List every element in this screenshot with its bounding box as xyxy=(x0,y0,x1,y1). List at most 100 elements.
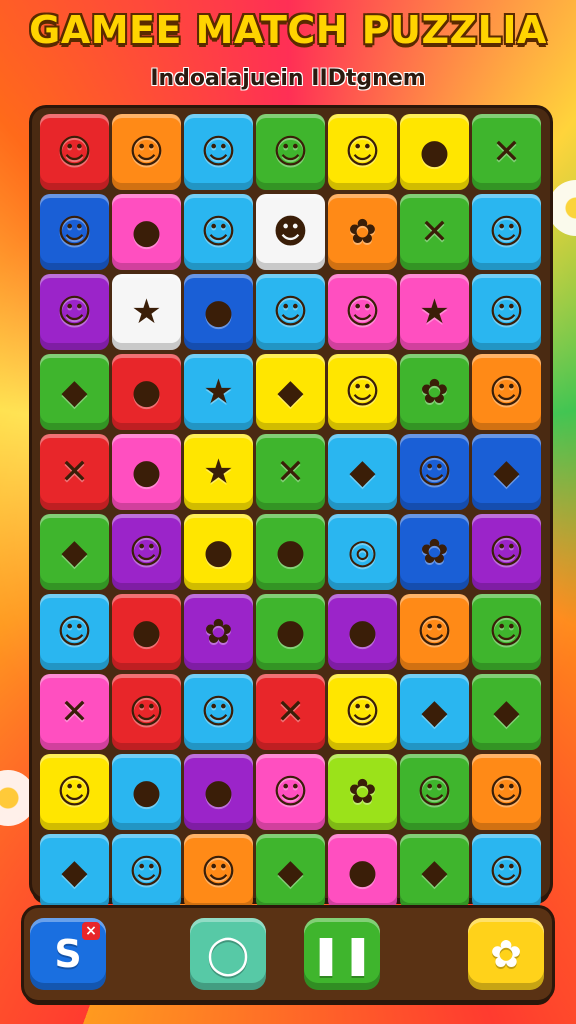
orange-cat-icon: ☺ xyxy=(272,132,309,172)
tile[interactable]: ◆ xyxy=(400,674,469,750)
white-kite-icon: ◆ xyxy=(277,852,304,892)
tile[interactable]: ☺ xyxy=(400,434,469,510)
white-ghost-icon: ● xyxy=(131,612,162,652)
blue-bear-icon: ☺ xyxy=(344,292,381,332)
tile[interactable]: ◆ xyxy=(256,354,325,430)
yellow-star-icon: ★ xyxy=(203,372,234,412)
tile[interactable]: ✿ xyxy=(328,194,397,270)
tile[interactable]: ● xyxy=(184,514,253,590)
green-apple-icon: ☺ xyxy=(128,692,165,732)
tile[interactable]: ☺ xyxy=(184,114,253,190)
tile[interactable]: ◆ xyxy=(40,354,109,430)
tile[interactable]: ☺ xyxy=(472,194,541,270)
tile[interactable]: ☺ xyxy=(472,514,541,590)
hint-button[interactable]: ◯ xyxy=(190,918,266,990)
tile[interactable]: ☺ xyxy=(112,674,181,750)
tile[interactable]: ✿ xyxy=(184,594,253,670)
tile[interactable]: ☺ xyxy=(400,594,469,670)
tile[interactable]: ☺ xyxy=(328,674,397,750)
tile[interactable]: ☺ xyxy=(112,114,181,190)
tile[interactable]: ☺ xyxy=(472,594,541,670)
tile[interactable]: ● xyxy=(328,834,397,910)
tile[interactable]: ✕ xyxy=(400,194,469,270)
tile[interactable]: ☺ xyxy=(184,194,253,270)
tile[interactable]: ✿ xyxy=(400,354,469,430)
cherry-stick-icon: ✕ xyxy=(492,132,521,172)
tile[interactable]: ☺ xyxy=(40,274,109,350)
tile[interactable]: ✕ xyxy=(256,434,325,510)
blue-candy-icon: ✕ xyxy=(60,692,89,732)
orange-cat-icon: ☺ xyxy=(272,292,309,332)
tile[interactable]: ● xyxy=(112,754,181,830)
tile[interactable]: ★ xyxy=(184,354,253,430)
orange-bear-icon: ☺ xyxy=(200,852,237,892)
crossed-sticks-icon: ✕ xyxy=(420,212,449,252)
tile[interactable]: ● xyxy=(184,754,253,830)
tile[interactable]: ☺ xyxy=(40,594,109,670)
tile[interactable]: ✿ xyxy=(328,754,397,830)
tile[interactable]: ☺ xyxy=(256,754,325,830)
tile[interactable]: ✕ xyxy=(40,674,109,750)
puzzle-board: ☺ ☺ ☺ ☺ ☺ ● ✕ ☺ ● ☺ ☻ ✿ ✕ ☺ ☺ ★ ● ☺ ☺ ★ ☺ ◆ ● ★ ◆ ☺ ✿ ☺ ✕ ● ★ ✕ ◆ ☺ ◆ ◆ ☺ ● ● ◎… xyxy=(32,108,550,910)
tile[interactable]: ◆ xyxy=(256,834,325,910)
tile[interactable]: ☺ xyxy=(256,274,325,350)
tile[interactable]: ☺ xyxy=(472,834,541,910)
tile[interactable]: ● xyxy=(112,194,181,270)
tile[interactable]: ● xyxy=(112,354,181,430)
pause-button[interactable]: ❚❚ xyxy=(304,918,380,990)
green-apple-icon: ● xyxy=(347,612,378,652)
purple-bug-icon: ● xyxy=(203,532,234,572)
tile[interactable]: ◆ xyxy=(472,434,541,510)
tile[interactable]: ● xyxy=(328,594,397,670)
tile[interactable]: ● xyxy=(400,114,469,190)
tile[interactable]: ☺ xyxy=(112,834,181,910)
tile[interactable]: ✕ xyxy=(472,114,541,190)
tile[interactable]: ☺ xyxy=(40,754,109,830)
tile[interactable]: ★ xyxy=(184,434,253,510)
blue-bear-icon: ☺ xyxy=(56,772,93,812)
tile[interactable]: ★ xyxy=(400,274,469,350)
tile[interactable]: ☺ xyxy=(40,114,109,190)
tile[interactable]: ● xyxy=(256,594,325,670)
game-title: GAMEE MATCH PUZZLIA xyxy=(29,8,547,52)
tile[interactable]: ◆ xyxy=(472,674,541,750)
tile[interactable]: ◆ xyxy=(400,834,469,910)
tile[interactable]: ☺ xyxy=(184,674,253,750)
tile[interactable]: ◆ xyxy=(40,834,109,910)
brown-bear-icon: ☺ xyxy=(272,772,309,812)
tile[interactable]: ✿ xyxy=(400,514,469,590)
tile[interactable]: ◎ xyxy=(328,514,397,590)
tile[interactable]: ☺ xyxy=(328,274,397,350)
tile[interactable]: ☺ xyxy=(256,114,325,190)
tile[interactable]: ★ xyxy=(112,274,181,350)
tile[interactable]: ☺ xyxy=(184,834,253,910)
green-leaf-icon: ◆ xyxy=(349,452,376,492)
shuffle-button[interactable]: S × xyxy=(30,918,106,990)
tile[interactable]: ☺ xyxy=(40,194,109,270)
tile[interactable]: ● xyxy=(256,514,325,590)
tile[interactable]: ● xyxy=(184,274,253,350)
purple-berry-icon: ● xyxy=(131,372,162,412)
tile[interactable]: ☺ xyxy=(472,754,541,830)
tile[interactable]: ✕ xyxy=(256,674,325,750)
tile[interactable]: ◆ xyxy=(40,514,109,590)
tile[interactable]: ● xyxy=(112,434,181,510)
tile[interactable]: ● xyxy=(112,594,181,670)
blue-star-icon: ★ xyxy=(203,452,234,492)
green-candy-icon: ✕ xyxy=(276,692,305,732)
purple-bat-icon: ☺ xyxy=(56,612,93,652)
orange-fruit-icon: ● xyxy=(419,132,450,172)
tile[interactable]: ☺ xyxy=(472,354,541,430)
pink-pig-icon: ☺ xyxy=(56,292,93,332)
yellow-lemon-icon: ● xyxy=(131,212,162,252)
tile[interactable]: ☺ xyxy=(400,754,469,830)
tile[interactable]: ☻ xyxy=(256,194,325,270)
tile[interactable]: ☺ xyxy=(328,354,397,430)
tile[interactable]: ◆ xyxy=(328,434,397,510)
tile[interactable]: ☺ xyxy=(112,514,181,590)
tile[interactable]: ☺ xyxy=(328,114,397,190)
tile[interactable]: ✕ xyxy=(40,434,109,510)
orange-face-icon: ☺ xyxy=(344,692,381,732)
settings-button[interactable]: ✿ xyxy=(468,918,544,990)
tile[interactable]: ☺ xyxy=(472,274,541,350)
